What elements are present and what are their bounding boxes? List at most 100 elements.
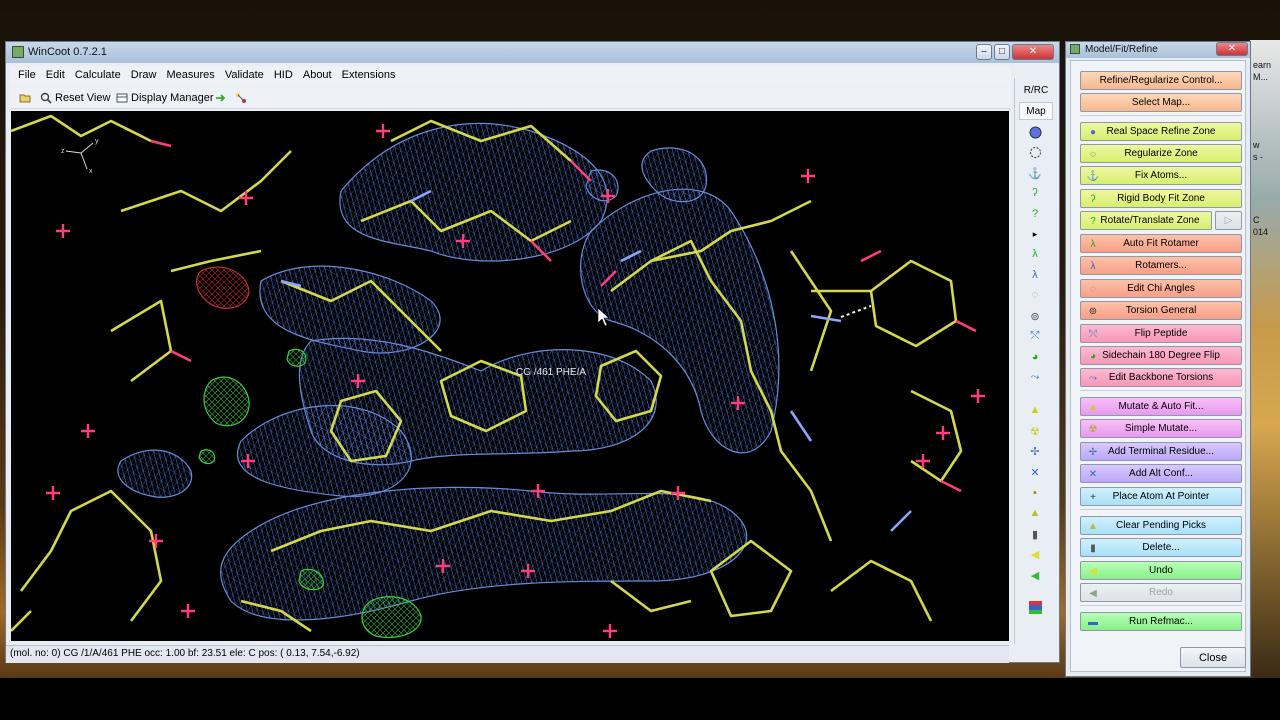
sidechain-flip-icon: ◕ <box>1089 350 1097 362</box>
rotamer-icon: λ <box>1090 238 1096 250</box>
button-label: Redo <box>1149 587 1173 598</box>
close-button[interactable]: Close <box>1180 647 1246 668</box>
add-terminal-residue-button[interactable]: ✢ Add Terminal Residue... <box>1080 442 1242 461</box>
clear-pending-picks-button[interactable]: ▲ Clear Pending Picks <box>1080 516 1242 535</box>
delete-button[interactable]: ▮ Delete... <box>1080 538 1242 557</box>
menu-measures[interactable]: Measures <box>166 66 214 81</box>
torsion-icon[interactable]: ⊚ <box>1028 309 1042 323</box>
clear-picks-icon: ▲ <box>1088 520 1098 532</box>
backbone-torsion-icon: ⤳ <box>1089 372 1097 384</box>
real-space-refine-zone-button[interactable]: ● Real Space Refine Zone <box>1080 122 1242 141</box>
rotate-translate-icon[interactable]: ? <box>1028 207 1042 221</box>
edit-chi-angles-button[interactable]: ◌ Edit Chi Angles <box>1080 279 1242 298</box>
app-icon <box>12 46 24 58</box>
rigid-body-icon: ʔ <box>1090 193 1096 205</box>
atom-label: CG /461 PHE/A <box>516 367 587 378</box>
refmac-icon[interactable] <box>1028 600 1042 614</box>
button-label: Flip Peptide <box>1134 328 1188 339</box>
rotamers-button[interactable]: λ Rotamers... <box>1080 256 1242 275</box>
map-button[interactable]: Map <box>1019 102 1053 120</box>
separator <box>1080 115 1242 116</box>
mutate-icon: ☢ <box>1088 423 1098 435</box>
chi-angles-icon: ◌ <box>1090 283 1096 295</box>
trash-icon: ▮ <box>1090 542 1096 554</box>
rotamers-icon: λ <box>1090 260 1096 272</box>
flip-peptide-button[interactable]: ⤲ Flip Peptide <box>1080 324 1242 343</box>
add-alt-conf-button[interactable]: ✕ Add Alt Conf... <box>1080 464 1242 483</box>
separator <box>1080 509 1242 510</box>
taskbar <box>0 678 1280 720</box>
refine-regularize-control-button[interactable]: Refine/Regularize Control... <box>1080 71 1242 90</box>
panel-close-x-button[interactable]: ✕ <box>1216 42 1248 56</box>
backbone-torsion-icon[interactable]: ⤳ <box>1028 370 1042 384</box>
maximize-button[interactable]: □ <box>994 44 1010 60</box>
select-map-button[interactable]: Select Map... <box>1080 93 1242 112</box>
menu-validate[interactable]: Validate <box>225 66 264 81</box>
undo-button[interactable]: ◀ Undo <box>1080 561 1242 580</box>
mutate-autofit-icon[interactable]: ▲ <box>1028 403 1042 417</box>
close-window-button[interactable]: ✕ <box>1012 44 1054 60</box>
fix-atoms-button[interactable]: ⚓ Fix Atoms... <box>1080 166 1242 185</box>
right-toolbar: R/RC Map ⚓ ʔ ? ▸ λ λ ◌ ⊚ ⤲ ◕ ⤳ ▲ ☢ ✢ ✕ ▪… <box>1014 78 1056 644</box>
sphere-icon[interactable] <box>1028 125 1042 139</box>
torsion-general-button[interactable]: ⊚ Torsion General <box>1080 301 1242 320</box>
chi-angles-icon[interactable]: ◌ <box>1028 288 1042 302</box>
rrc-button[interactable]: R/RC <box>1019 82 1053 100</box>
redo-button[interactable]: ◀ Redo <box>1080 583 1242 602</box>
open-folder-button[interactable] <box>19 90 31 106</box>
graphics-viewport[interactable]: z y x CG /461 PHE/A <box>11 111 1009 641</box>
mutate-icon[interactable]: ☢ <box>1028 424 1042 438</box>
status-bar: (mol. no: 0) CG /1/A/461 PHE occ: 1.00 b… <box>6 645 1009 663</box>
run-refmac-button[interactable]: ▬ Run Refmac... <box>1080 612 1242 631</box>
trash-icon[interactable]: ▮ <box>1028 527 1042 541</box>
anchor-icon[interactable]: ⚓ <box>1028 166 1042 180</box>
menu-extensions[interactable]: Extensions <box>342 66 396 81</box>
sidechain-180-degree-flip-button[interactable]: ◕ Sidechain 180 Degree Flip <box>1080 346 1242 365</box>
dashed-circle-icon[interactable] <box>1028 145 1042 159</box>
button-label: Torsion General <box>1125 305 1197 316</box>
regularize-zone-button[interactable]: ◌ Regularize Zone <box>1080 144 1242 163</box>
auto-fit-rotamer-button[interactable]: λ Auto Fit Rotamer <box>1080 234 1242 253</box>
svg-text:x: x <box>89 168 93 175</box>
flip-peptide-icon[interactable]: ⤲ <box>1028 329 1042 343</box>
title-bar: WinCoot 0.7.2.1 – □ ✕ <box>6 42 1059 63</box>
display-manager-button[interactable]: Display Manager <box>116 90 214 106</box>
sidechain-flip-icon[interactable]: ◕ <box>1028 350 1042 364</box>
rigid-body-icon[interactable]: ʔ <box>1028 186 1042 200</box>
arrow-right-icon <box>216 94 226 102</box>
density-mesh <box>117 122 780 621</box>
menu-calculate[interactable]: Calculate <box>75 66 121 81</box>
place-atom-icon: + <box>1090 491 1096 503</box>
refmac-icon: ▬ <box>1088 616 1098 628</box>
redo-icon[interactable]: ◀ <box>1028 568 1042 582</box>
menu-about[interactable]: About <box>303 66 332 81</box>
terminal-residue-icon[interactable]: ✢ <box>1028 444 1042 458</box>
minimize-button[interactable]: – <box>976 44 992 60</box>
undo-icon[interactable]: ◀ <box>1028 547 1042 561</box>
place-atom-at-pointer-button[interactable]: + Place Atom At Pointer <box>1080 487 1242 506</box>
desktop-text: earn <box>1253 60 1272 70</box>
menu-draw[interactable]: Draw <box>131 66 157 81</box>
expand-arrow-icon[interactable]: ▸ <box>1028 227 1042 241</box>
rotate-translate-zone-button[interactable]: ? Rotate/Translate Zone <box>1080 211 1212 230</box>
menu-hid[interactable]: HID <box>274 66 293 81</box>
rotate-translate-options-button[interactable]: ▷ <box>1215 211 1242 230</box>
clear-picks-icon[interactable]: ▲ <box>1028 506 1042 520</box>
edit-backbone-torsions-button[interactable]: ⤳ Edit Backbone Torsions <box>1080 368 1242 387</box>
rigid-body-fit-zone-button[interactable]: ʔ Rigid Body Fit Zone <box>1080 189 1242 208</box>
desktop-edge <box>1250 40 1280 680</box>
reset-view-button[interactable]: Reset View <box>40 90 110 106</box>
simple-mutate-button[interactable]: ☢ Simple Mutate... <box>1080 419 1242 438</box>
place-atom-icon[interactable]: ▪ <box>1028 486 1042 500</box>
alt-conf-icon[interactable]: ✕ <box>1028 465 1042 479</box>
go-to-atom-button[interactable] <box>215 90 227 106</box>
button-label: Sidechain 180 Degree Flip <box>1102 350 1220 361</box>
torsion-icon: ⊚ <box>1088 305 1098 317</box>
menu-edit[interactable]: Edit <box>46 66 65 81</box>
menu-file[interactable]: File <box>18 66 36 81</box>
model-tools-button[interactable] <box>235 90 247 106</box>
mutate-auto-fit-button[interactable]: ▲ Mutate & Auto Fit... <box>1080 397 1242 416</box>
rotamer-icon[interactable]: λ <box>1028 247 1042 261</box>
folder-icon <box>19 94 31 103</box>
rotamers-icon[interactable]: λ <box>1028 268 1042 282</box>
